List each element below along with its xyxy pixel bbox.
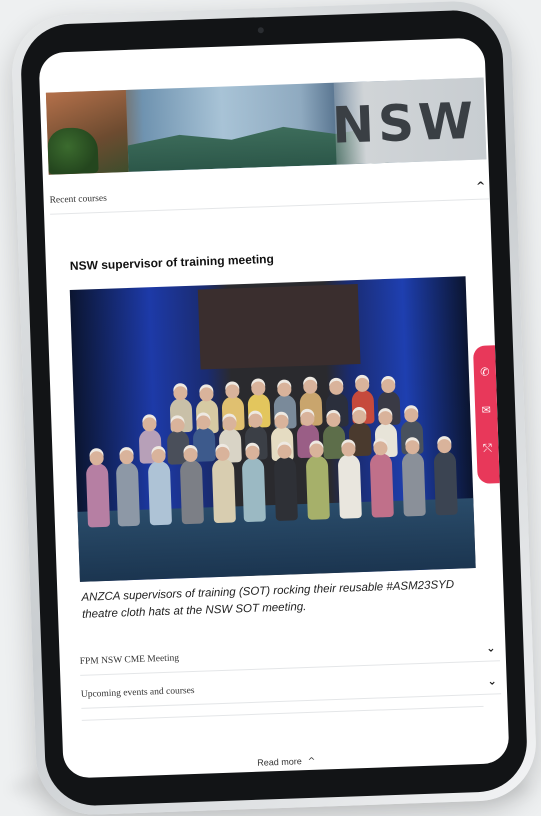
photo-person (179, 459, 204, 525)
article-title: NSW supervisor of training meeting (69, 251, 275, 274)
photo-person (369, 452, 394, 518)
group-photo (69, 276, 476, 582)
photo-person (211, 458, 236, 524)
chevron-down-icon: ⌄ (487, 673, 497, 688)
photo-person (241, 457, 266, 523)
chevron-up-icon: ^ (475, 178, 486, 193)
chevron-down-icon: ⌄ (486, 640, 496, 655)
accordion-label: FPM NSW CME Meeting (79, 653, 180, 667)
photo-stage-screen (197, 284, 361, 370)
camera-icon (257, 27, 264, 34)
tablet-bezel: NSW Recent courses ^ NSW supervisor of t… (19, 8, 529, 808)
photo-person (85, 462, 111, 528)
photo-person (401, 451, 426, 517)
photo-person (337, 454, 362, 519)
banner-tree (47, 127, 99, 175)
photo-person (147, 460, 173, 526)
photo-person (115, 461, 141, 527)
photo-person (305, 455, 330, 520)
photo-person (273, 456, 298, 522)
accordion-label: Recent courses (49, 193, 108, 206)
photo-crowd (79, 374, 469, 557)
read-more-label: Read more (257, 756, 303, 768)
share-icon[interactable]: ⤲ (480, 441, 494, 455)
nsw-banner-image: NSW (45, 77, 487, 175)
photo-caption: ANZCA supervisors of training (SOT) rock… (81, 578, 455, 621)
chevron-up-icon: ^ (307, 756, 316, 768)
contact-side-tab: ✆ ✉ ⤲ (472, 345, 500, 484)
photo-person (433, 450, 458, 516)
read-more-button[interactable]: Read more ^ (63, 749, 509, 776)
divider (81, 705, 484, 721)
accordion-label: Upcoming events and courses (80, 685, 195, 700)
phone-icon[interactable]: ✆ (478, 365, 492, 379)
tablet-device: NSW Recent courses ^ NSW supervisor of t… (10, 0, 538, 816)
tablet-screen: NSW Recent courses ^ NSW supervisor of t… (38, 37, 510, 779)
mail-icon[interactable]: ✉ (479, 403, 493, 417)
accordion-recent-courses[interactable]: Recent courses ^ (49, 172, 490, 215)
banner-nsw-text: NSW (331, 91, 479, 155)
